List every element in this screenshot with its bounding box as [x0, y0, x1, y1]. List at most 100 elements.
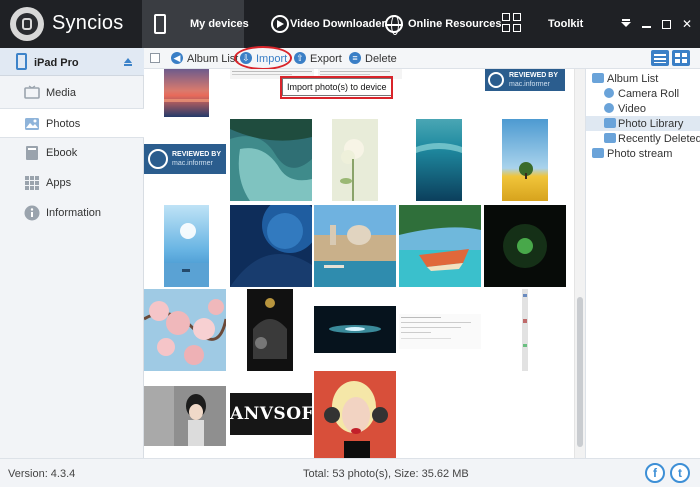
album-item-camera-roll[interactable]: Camera Roll — [586, 86, 700, 101]
anvsoft-logo-thumbnail[interactable]: ANVSOFT — [230, 393, 312, 435]
video-icon — [604, 103, 614, 113]
book-icon — [26, 146, 38, 160]
scroll-thumb[interactable] — [577, 297, 583, 447]
tab-online-resources[interactable]: Online Resources — [382, 0, 502, 48]
photo-thumbnail[interactable] — [332, 119, 378, 201]
sidebar-item-label: Photos — [46, 118, 81, 130]
photo-thumbnail[interactable] — [247, 289, 293, 371]
grid-view-icon[interactable] — [672, 50, 690, 66]
title-bar: Syncios My devices Video Downloader Onli… — [0, 0, 700, 48]
delete-label: Delete — [365, 53, 397, 65]
tv-icon — [24, 85, 40, 99]
album-label: Camera Roll — [618, 88, 680, 100]
album-label: Album List — [607, 73, 659, 85]
sidebar: iPad Pro Media Photos Ebook Apps Informa… — [0, 48, 145, 458]
photo-toolbar: ◀ Album List ⇩ Import ⇧ Export ≡ Delete — [144, 46, 700, 70]
badge-line1: REVIEWED BY — [509, 72, 559, 79]
sidebar-item-information[interactable]: Information — [0, 198, 144, 228]
album-label: Photo stream — [607, 148, 673, 160]
tab-label: Online Resources — [408, 18, 502, 30]
close-icon[interactable]: ✕ — [679, 16, 695, 32]
tab-toolkit[interactable]: Toolkit — [500, 0, 590, 48]
app-title: Syncios — [52, 12, 124, 34]
tooltip-highlight-box — [280, 76, 393, 99]
photo-thumbnail[interactable] — [144, 289, 226, 371]
photo-thumbnail[interactable] — [314, 205, 396, 287]
device-header[interactable]: iPad Pro — [0, 48, 144, 76]
minimize-icon[interactable] — [638, 16, 654, 32]
magnifier-icon — [488, 72, 504, 88]
photo-thumbnail[interactable] — [144, 386, 226, 446]
photo-thumbnail[interactable] — [399, 314, 481, 349]
sidebar-item-label: Media — [46, 87, 76, 99]
photo-thumbnail[interactable] — [399, 205, 481, 287]
album-item-video[interactable]: Video — [586, 101, 700, 116]
photo-thumbnail[interactable] — [230, 119, 312, 201]
sidebar-item-media[interactable]: Media — [0, 78, 144, 108]
export-icon: ⇧ — [294, 52, 306, 64]
badge-line2: mac.informer — [172, 160, 213, 167]
badge-line2: mac.informer — [509, 81, 550, 88]
sidebar-item-photos[interactable]: Photos — [0, 108, 145, 138]
album-label: Recently Deleted — [618, 133, 700, 145]
sidebar-item-label: Ebook — [46, 147, 78, 159]
photo-thumbnail[interactable] — [164, 69, 209, 117]
status-bar: Version: 4.3.4 Total: 53 photo(s), Size:… — [0, 458, 700, 487]
photo-grid: REVIEWED BY mac.informer REVIEWED BY mac… — [144, 69, 574, 458]
photo-thumbnail[interactable] — [314, 371, 396, 458]
mac-informer-badge[interactable]: REVIEWED BY mac.informer — [485, 69, 565, 91]
select-all-checkbox[interactable] — [150, 53, 160, 63]
album-item-photo-stream[interactable]: Photo stream — [586, 146, 700, 161]
device-name: iPad Pro — [34, 57, 79, 69]
back-arrow-icon: ◀ — [171, 52, 183, 64]
album-item-photo-library[interactable]: Photo Library — [586, 116, 700, 131]
trash-album-icon — [604, 133, 616, 143]
mac-informer-badge[interactable]: REVIEWED BY mac.informer — [144, 144, 226, 174]
photo-thumbnail[interactable] — [416, 119, 462, 201]
album-list-label: Album List — [187, 53, 239, 65]
tab-my-devices[interactable]: My devices — [142, 0, 249, 48]
album-item-album-list[interactable]: Album List — [586, 71, 700, 86]
photo-thumbnail[interactable] — [484, 205, 566, 287]
globe-icon — [385, 15, 403, 35]
album-icon — [592, 148, 604, 158]
badge-line1: REVIEWED BY — [172, 151, 222, 158]
apps-grid-icon — [25, 176, 39, 190]
tab-video-downloader[interactable]: Video Downloader — [268, 0, 386, 48]
sidebar-item-label: Apps — [46, 177, 72, 189]
tab-label: Video Downloader — [290, 18, 386, 30]
twitter-icon[interactable]: t — [670, 463, 690, 483]
photo-thumbnail[interactable] — [164, 205, 209, 287]
delete-icon: ≡ — [349, 52, 361, 64]
camera-icon — [604, 88, 614, 98]
sidebar-item-label: Information — [46, 207, 102, 219]
facebook-icon[interactable]: f — [645, 463, 665, 483]
album-panel: Album List Camera Roll Video Photo Libra… — [585, 69, 700, 458]
grid-scrollbar[interactable] — [574, 69, 585, 458]
photo-library-icon — [604, 118, 616, 128]
photo-thumbnail[interactable] — [502, 119, 548, 201]
sidebar-item-ebook[interactable]: Ebook — [0, 138, 144, 168]
export-label: Export — [310, 53, 342, 65]
album-label: Photo Library — [618, 118, 684, 130]
album-label: Video — [618, 103, 646, 115]
maximize-icon[interactable] — [658, 16, 674, 32]
info-icon — [24, 205, 40, 221]
photo-thumbnail[interactable] — [230, 205, 312, 287]
tab-label: My devices — [190, 18, 249, 30]
sidebar-item-apps[interactable]: Apps — [0, 168, 144, 198]
photo-icon — [25, 118, 39, 130]
ipad-icon — [16, 53, 27, 70]
album-item-recently-deleted[interactable]: Recently Deleted — [586, 131, 700, 146]
eject-icon[interactable] — [124, 58, 132, 66]
magnifier-icon — [148, 149, 168, 169]
phone-icon — [154, 14, 166, 34]
version-text: Version: 4.3.4 — [8, 468, 76, 480]
list-view-icon[interactable] — [651, 50, 669, 66]
photo-thumbnail[interactable] — [522, 289, 528, 371]
tab-label: Toolkit — [548, 18, 584, 30]
syncios-logo-icon — [10, 7, 44, 41]
toolkit-grid-icon — [502, 13, 522, 33]
menu-dropdown-icon[interactable] — [618, 16, 634, 32]
photo-thumbnail[interactable] — [314, 306, 396, 353]
